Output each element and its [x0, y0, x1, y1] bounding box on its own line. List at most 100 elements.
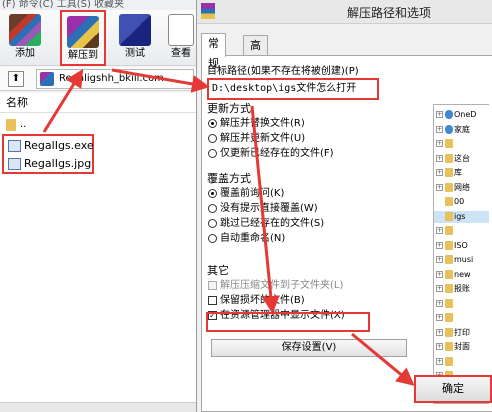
- tree-item[interactable]: +: [434, 298, 489, 310]
- misc-options-title: 其它: [207, 264, 229, 277]
- view-icon: [168, 14, 194, 46]
- archive-icon: [40, 72, 54, 86]
- dialog-title-bar[interactable]: 解压路径和选项: [197, 0, 492, 24]
- tree-item-label: OneD: [454, 110, 477, 119]
- radio-icon: [208, 149, 217, 158]
- expand-icon[interactable]: +: [436, 241, 443, 249]
- folder-icon: [6, 119, 16, 131]
- image-file-icon: [8, 158, 21, 170]
- expand-icon[interactable]: +: [436, 111, 443, 118]
- expand-icon[interactable]: +: [436, 256, 443, 263]
- ok-button[interactable]: 确定: [414, 375, 492, 403]
- tree-item[interactable]: + 打印: [434, 327, 489, 339]
- file-row[interactable]: RegalIgs.jpg: [6, 156, 92, 172]
- parent-folder-row[interactable]: ..: [2, 119, 62, 133]
- cloud-icon: [445, 124, 453, 134]
- folder-tree[interactable]: + OneD + 家庭 + + 这台 + 库 + 网络 00 igs + + ISO + musi + new + 报账 +…: [433, 104, 489, 404]
- tree-item[interactable]: +: [434, 225, 489, 237]
- column-header-name[interactable]: 名称: [0, 93, 200, 113]
- tree-item-label: 打印: [454, 327, 470, 337]
- tree-item-label: 网络: [454, 182, 470, 192]
- radio-selected-icon: [208, 189, 217, 198]
- expand-icon[interactable]: +: [436, 125, 443, 133]
- folder-icon: [445, 356, 453, 366]
- extract-to-icon: [67, 16, 99, 48]
- winrar-icon: [201, 3, 215, 19]
- radio-skip-existing[interactable]: 跳过已经存在的文件(S): [207, 216, 407, 231]
- archive-path-text: Regaligshh_bkill.com: [59, 73, 164, 84]
- up-folder-button[interactable]: ⬆: [8, 71, 24, 87]
- radio-auto-rename[interactable]: 自动重命名(N): [207, 231, 407, 246]
- radio-icon: [208, 204, 217, 213]
- tree-item-label: 报账: [454, 284, 470, 293]
- tree-item[interactable]: + 网络: [434, 182, 489, 194]
- tree-item[interactable]: + 家庭: [434, 124, 489, 136]
- checkbox-extract-to-subfolder[interactable]: 解压压缩文件到子文件夹(L): [207, 278, 407, 293]
- extract-dialog: 解压路径和选项 常规 高级 目标路径(如果不存在将被创建)(P) D:\desk…: [196, 0, 492, 412]
- test-button[interactable]: 测试: [112, 10, 158, 66]
- tree-item[interactable]: +: [434, 312, 489, 324]
- tree-item-label: 家庭: [454, 124, 470, 134]
- expand-icon[interactable]: +: [436, 299, 443, 307]
- tree-item[interactable]: + ISO: [434, 240, 489, 252]
- tree-item-label: musi: [454, 255, 474, 264]
- tree-item-label: 这台: [454, 153, 470, 163]
- tree-item[interactable]: igs: [434, 210, 489, 223]
- expand-icon[interactable]: +: [436, 357, 443, 365]
- radio-extract-update[interactable]: 解压并更新文件(U): [207, 131, 407, 146]
- tree-item[interactable]: + OneD: [434, 109, 489, 121]
- tree-item[interactable]: + new: [434, 269, 489, 281]
- radio-icon: [208, 219, 217, 228]
- archive-path-field[interactable]: Regaligshh_bkill.com: [36, 69, 194, 89]
- toolbar: 添加 解压到 测试 查看: [0, 10, 200, 66]
- option-label: 解压压缩文件到子文件夹(L): [220, 280, 344, 291]
- tree-item[interactable]: + 报账: [434, 283, 489, 295]
- radio-ask-before-overwrite[interactable]: 覆盖前询问(K): [207, 186, 407, 201]
- expand-icon[interactable]: +: [436, 169, 443, 176]
- test-button-label: 测试: [125, 48, 145, 59]
- expand-icon[interactable]: +: [436, 227, 443, 234]
- save-settings-button[interactable]: 保存设置(V): [211, 339, 407, 357]
- expand-icon[interactable]: +: [436, 154, 443, 162]
- folder-icon: [445, 255, 453, 264]
- exe-file-icon: [8, 140, 21, 152]
- overwrite-mode-group: 覆盖方式 覆盖前询问(K) 没有提示直接覆盖(W) 跳过已经存在的文件(S) 自…: [207, 172, 407, 246]
- expand-icon[interactable]: +: [436, 183, 443, 191]
- folder-icon: [445, 182, 453, 192]
- checkbox-keep-broken-files[interactable]: 保留损坏的文件(B): [207, 293, 407, 308]
- radio-extract-replace[interactable]: 解压并替换文件(R): [207, 116, 407, 131]
- expand-icon[interactable]: +: [436, 285, 443, 292]
- test-icon: [119, 14, 151, 46]
- radio-fresh-existing[interactable]: 仅更新已经存在的文件(F): [207, 146, 407, 161]
- expand-icon[interactable]: +: [436, 270, 443, 278]
- update-mode-title: 更新方式: [207, 102, 251, 115]
- target-path-label: 目标路径(如果不存在将被创建)(P): [207, 66, 359, 77]
- cloud-icon: [445, 110, 453, 119]
- tree-item[interactable]: + musi: [434, 254, 489, 266]
- tree-item[interactable]: +: [434, 138, 489, 150]
- parent-folder-label: ..: [20, 119, 27, 130]
- add-button[interactable]: 添加: [2, 10, 48, 66]
- file-list: 名称 .. RegalIgs.exe RegalIgs.jpg: [0, 93, 200, 412]
- tree-item-label: 库: [454, 168, 462, 177]
- update-mode-group: 更新方式 解压并替换文件(R) 解压并更新文件(U) 仅更新已经存在的文件(F): [207, 102, 407, 161]
- horizontal-scrollbar[interactable]: [0, 402, 200, 412]
- expand-icon[interactable]: +: [436, 140, 443, 147]
- tree-item[interactable]: + 封面: [434, 341, 489, 353]
- menu-bar[interactable]: (F) 命令(C) 工具(S) 收藏夹: [0, 0, 200, 10]
- target-path-input[interactable]: D:\desktop\igs文件怎么打开: [207, 78, 379, 100]
- expand-icon[interactable]: +: [436, 343, 443, 350]
- tab-general[interactable]: 常规: [201, 33, 226, 70]
- radio-overwrite-without-prompt[interactable]: 没有提示直接覆盖(W): [207, 201, 407, 216]
- tree-item[interactable]: 00: [434, 196, 489, 208]
- folder-icon: [445, 342, 453, 351]
- file-row[interactable]: RegalIgs.exe: [6, 138, 94, 154]
- tree-item[interactable]: +: [434, 356, 489, 368]
- tree-item[interactable]: + 库: [434, 167, 489, 179]
- up-arrow-icon: ⬆: [11, 73, 21, 84]
- expand-icon[interactable]: +: [436, 314, 443, 321]
- extract-to-button[interactable]: 解压到: [60, 10, 106, 66]
- tab-advanced[interactable]: 高级: [243, 35, 268, 72]
- tree-item[interactable]: + 这台: [434, 153, 489, 165]
- expand-icon[interactable]: +: [436, 328, 443, 336]
